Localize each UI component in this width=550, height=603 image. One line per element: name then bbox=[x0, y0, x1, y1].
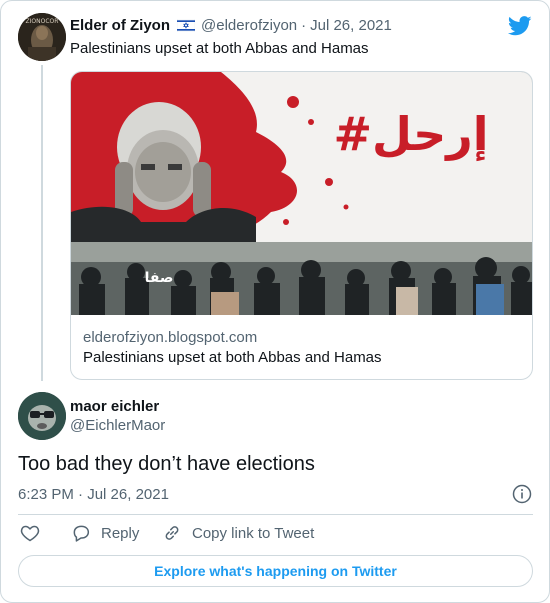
link-preview-image: #إرحل صفا bbox=[71, 72, 532, 315]
reply-date: Jul 26, 2021 bbox=[87, 486, 169, 503]
reply-author-name[interactable]: maor eichler bbox=[70, 398, 159, 415]
like-button[interactable] bbox=[20, 523, 40, 543]
parent-tweet-header: Elder of Ziyon @elderofziyon · Jul 26, 2… bbox=[70, 17, 392, 34]
banner-arabic-text: #إرحل bbox=[333, 107, 488, 162]
reply-label: Reply bbox=[101, 524, 140, 542]
reply-timestamp[interactable]: 6:23 PM · Jul 26, 2021 bbox=[18, 486, 169, 503]
author-name[interactable]: Elder of Ziyon bbox=[70, 17, 170, 34]
separator-dot: · bbox=[78, 486, 84, 503]
info-icon[interactable] bbox=[512, 484, 532, 504]
avatar-image bbox=[18, 392, 66, 440]
israel-flag-icon bbox=[177, 19, 196, 32]
media-logo-text: صفا bbox=[145, 270, 174, 286]
link-title: Palestinians upset at both Abbas and Ham… bbox=[83, 349, 382, 366]
explore-twitter-button[interactable]: Explore what's happening on Twitter bbox=[18, 555, 533, 587]
embedded-tweet-card: ZIONOCOR Elder of Ziyon @elderofziyon · … bbox=[0, 0, 550, 603]
twitter-bird-icon[interactable] bbox=[508, 15, 532, 37]
reply-bubble-icon bbox=[73, 525, 90, 542]
reply-time: 6:23 PM bbox=[18, 486, 74, 503]
link-domain: elderofziyon.blogspot.com bbox=[83, 329, 258, 346]
author-handle[interactable]: @elderofziyon bbox=[201, 17, 297, 34]
reply-author-handle[interactable]: @EichlerMaor bbox=[70, 417, 165, 434]
tweet-date[interactable]: Jul 26, 2021 bbox=[310, 17, 392, 34]
heart-icon bbox=[20, 525, 40, 542]
copy-link-button[interactable]: Copy link to Tweet bbox=[162, 523, 314, 543]
link-chain-icon bbox=[165, 526, 179, 540]
separator-dot: · bbox=[301, 17, 307, 34]
link-preview-card[interactable]: #إرحل صفا elderofziyon.blogspot.com Pale… bbox=[70, 71, 533, 380]
avatar-elder-of-ziyon[interactable]: ZIONOCOR bbox=[18, 13, 66, 61]
avatar-maor-eichler[interactable] bbox=[18, 392, 66, 440]
thread-connector-line bbox=[41, 65, 43, 381]
avatar-label: ZIONOCOR bbox=[26, 18, 59, 25]
parent-tweet-text: Palestinians upset at both Abbas and Ham… bbox=[70, 40, 369, 57]
reply-tweet-text: Too bad they don’t have elections bbox=[18, 453, 315, 475]
reply-button[interactable]: Reply bbox=[71, 523, 139, 543]
copy-link-label: Copy link to Tweet bbox=[192, 524, 315, 542]
action-divider bbox=[18, 514, 533, 515]
avatar-image: ZIONOCOR bbox=[18, 13, 66, 61]
